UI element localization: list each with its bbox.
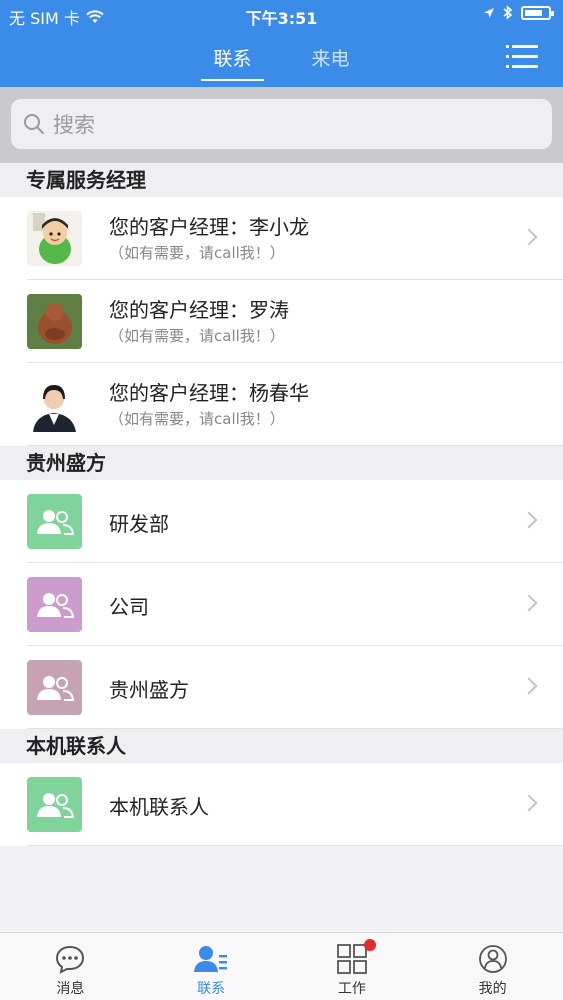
nav-profile[interactable]: 我的 — [422, 933, 563, 1000]
group-row[interactable]: 公司 — [0, 563, 563, 646]
manager-subtitle: （如有需要，请call我！） — [109, 327, 285, 345]
manager-subtitle: （如有需要，请call我！） — [109, 244, 285, 262]
tab-contacts[interactable]: 联系 — [201, 44, 264, 81]
section-header-local: 本机联系人 — [0, 729, 563, 763]
group-icon — [27, 777, 82, 832]
bottom-nav: 消息 联系 工作 我的 — [0, 932, 563, 1000]
group-row[interactable]: 贵州盛方 — [0, 646, 563, 729]
avatar — [27, 211, 82, 266]
section-header-company: 贵州盛方 — [0, 446, 563, 480]
chevron-right-icon — [520, 794, 538, 812]
chevron-right-icon — [520, 594, 538, 612]
nav-label: 我的 — [478, 981, 507, 997]
tab-calls[interactable]: 来电 — [300, 44, 362, 81]
group-icon — [27, 660, 82, 715]
nav-work[interactable]: 工作 — [282, 933, 423, 1000]
section-header-managers: 专属服务经理 — [0, 163, 563, 197]
manager-title: 您的客户经理：罗涛 — [109, 298, 289, 322]
group-label: 贵州盛方 — [109, 678, 189, 702]
nav-contacts[interactable]: 联系 — [141, 933, 282, 1000]
group-label: 本机联系人 — [109, 795, 209, 819]
group-label: 公司 — [109, 595, 149, 619]
manager-title: 您的客户经理：李小龙 — [109, 215, 309, 239]
contacts-list: 专属服务经理 您的客户经理：李小龙 （如有需要，请call我！） 您的客户经理：… — [0, 163, 563, 846]
top-tabs: 联系 来电 — [0, 44, 563, 81]
nav-label: 工作 — [337, 981, 366, 997]
chevron-right-icon — [520, 677, 538, 695]
status-time: 下午3:51 — [245, 9, 318, 28]
avatar — [27, 377, 82, 432]
group-row[interactable]: 研发部 — [0, 480, 563, 563]
app-header: 无 SIM 卡 下午3:51 联系 来电 — [0, 0, 563, 87]
location-arrow-icon — [484, 7, 494, 18]
battery-level — [525, 9, 542, 16]
battery-icon — [521, 5, 554, 20]
avatar — [27, 294, 82, 349]
manager-row[interactable]: 您的客户经理：李小龙 （如有需要，请call我！） — [0, 197, 563, 280]
contacts-icon — [194, 946, 228, 972]
bluetooth-icon — [503, 5, 513, 20]
search-input[interactable]: 搜索 — [11, 99, 552, 149]
manager-subtitle: （如有需要，请call我！） — [109, 410, 285, 428]
group-label: 研发部 — [109, 512, 169, 536]
group-icon — [27, 494, 82, 549]
manager-row: 您的客户经理：杨春华 （如有需要，请call我！） — [0, 363, 563, 446]
chevron-right-icon — [520, 511, 538, 529]
search-icon — [24, 114, 44, 134]
status-bar: 无 SIM 卡 下午3:51 — [0, 0, 563, 30]
nav-label: 联系 — [197, 981, 226, 997]
search-placeholder: 搜索 — [53, 113, 95, 137]
manager-row: 您的客户经理：罗涛 （如有需要，请call我！） — [0, 280, 563, 363]
group-icon — [27, 577, 82, 632]
profile-icon — [478, 945, 507, 973]
nav-messages[interactable]: 消息 — [0, 933, 141, 1000]
chevron-right-icon — [520, 228, 538, 246]
nav-label: 消息 — [56, 981, 85, 997]
notification-badge — [363, 939, 376, 951]
menu-list-icon[interactable] — [506, 42, 538, 70]
group-row[interactable]: 本机联系人 — [0, 763, 563, 846]
message-icon — [56, 945, 85, 974]
search-bar-container: 搜索 — [0, 87, 563, 163]
grid-icon — [336, 944, 367, 974]
manager-title: 您的客户经理：杨春华 — [109, 381, 309, 405]
